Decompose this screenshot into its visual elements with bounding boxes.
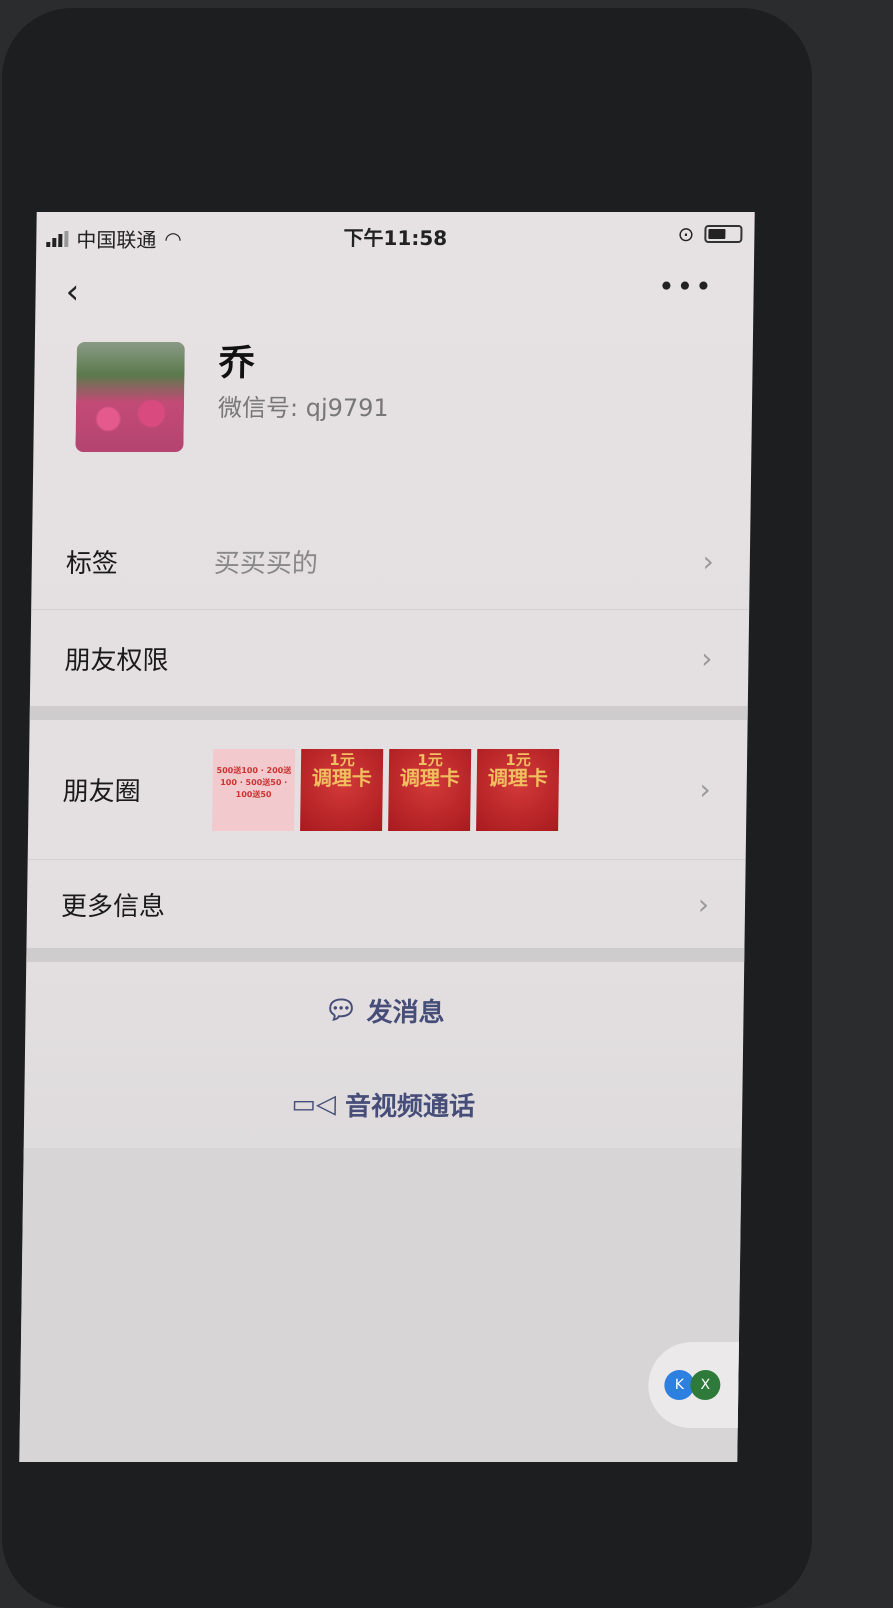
chevron-right-icon: ›	[702, 545, 715, 578]
clock: 下午11:58	[343, 226, 448, 250]
floating-widget[interactable]: K X	[647, 1342, 749, 1428]
row-value: 买买买的	[213, 549, 319, 579]
contact-name: 乔	[218, 343, 255, 384]
video-call-button[interactable]: ▭◁ 音视频通话	[24, 1086, 743, 1123]
divider	[29, 706, 748, 720]
moment-thumb: 500送100 · 200送100 · 500送50 · 100送50	[212, 748, 296, 831]
row-tags[interactable]: 标签 买买买的 ›	[31, 514, 751, 610]
moment-thumb: 1元 调理卡	[300, 748, 384, 831]
chat-bubble-icon: 💬︎	[324, 995, 358, 1026]
moment-thumb: 1元 调理卡	[476, 748, 560, 831]
row-label: 朋友圈	[62, 777, 141, 807]
row-more-info[interactable]: 更多信息 ›	[26, 860, 745, 948]
row-friend-permissions[interactable]: 朋友权限 ›	[30, 610, 749, 706]
back-icon[interactable]: ‹	[65, 272, 79, 312]
send-message-button[interactable]: 💬︎ 发消息	[25, 992, 744, 1029]
chevron-right-icon: ›	[701, 641, 713, 675]
empty-area	[19, 1148, 742, 1462]
row-moments[interactable]: 朋友圈 500送100 · 200送100 · 500送50 · 100送50 …	[27, 720, 748, 860]
chevron-right-icon: ›	[699, 773, 711, 806]
screen: 中国联通 ◠ 下午11:58 ⊙ ‹ ••• 乔 微信号: qj9791 标签 …	[19, 212, 755, 1462]
divider	[26, 948, 745, 962]
app-icon: X	[690, 1370, 721, 1400]
video-camera-icon: ▭◁	[291, 1089, 337, 1120]
row-label: 更多信息	[60, 891, 166, 922]
battery-icon	[704, 225, 743, 243]
moments-thumbnails: 500送100 · 200送100 · 500送50 · 100送50 1元 调理…	[212, 748, 560, 831]
rotation-lock-icon: ⊙	[677, 222, 695, 246]
chevron-right-icon: ›	[697, 887, 710, 921]
status-bar: 中国联通 ◠ 下午11:58 ⊙	[36, 212, 755, 258]
wechat-id: 微信号: qj9791	[217, 394, 389, 422]
moment-thumb: 1元 调理卡	[388, 748, 472, 831]
row-label: 朋友权限	[64, 645, 169, 676]
avatar[interactable]	[75, 342, 185, 452]
row-label: 标签	[65, 549, 119, 579]
more-icon[interactable]: •••	[658, 270, 714, 303]
